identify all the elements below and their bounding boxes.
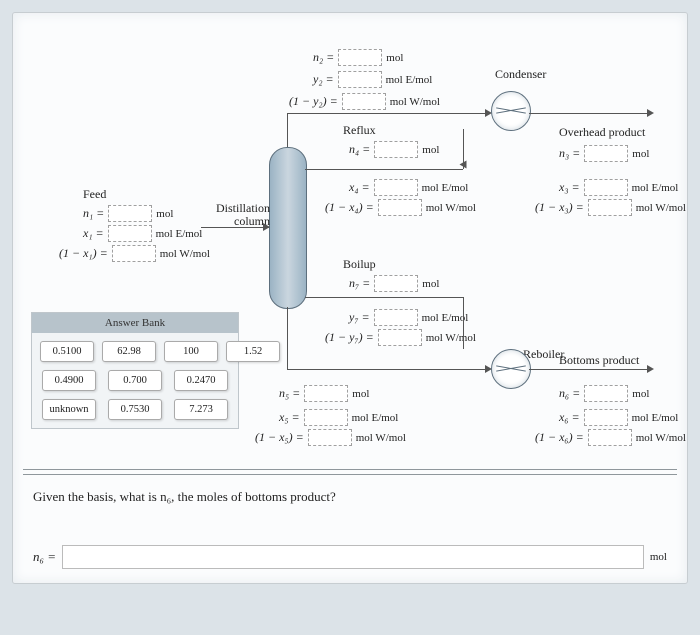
input-1my7[interactable] [378,329,422,346]
reflux-arrow-head [460,161,467,169]
answer-row: n₆ = mol [33,545,667,569]
feed-title: Feed [83,187,106,202]
overhead-line [529,113,649,114]
boilup-1my7: (1 − y₇) =mol W/mol [325,329,476,346]
input-x1[interactable] [108,225,152,242]
out-1mx5: (1 − x₅) =mol W/mol [255,429,406,446]
vapour-line-h [287,113,487,114]
top-y2: y₂ =mol E/mol [313,71,432,88]
overhead-arrow-head [647,109,654,117]
bank-item[interactable]: 1.52 [226,341,280,362]
bank-item[interactable]: unknown [42,399,96,420]
condenser-icon [491,91,531,131]
input-n6[interactable] [584,385,628,402]
bottom-line-h [287,369,487,370]
answer-unit: mol [650,551,667,563]
bank-item[interactable]: 100 [164,341,218,362]
bottom-line-v [287,307,288,369]
boilup-title: Boilup [343,257,376,272]
input-x6[interactable] [584,409,628,426]
boilup-line-v [463,297,464,349]
reflux-x4: x₄ =mol E/mol [349,179,468,196]
bank-item[interactable]: 7.273 [174,399,228,420]
answer-bank-title: Answer Bank [32,313,238,333]
bank-item[interactable]: 0.4900 [42,370,96,391]
bottoms-arrow-head [647,365,654,373]
divider [23,469,677,475]
feed-arrow-line [201,227,269,228]
process-diagram: Distillation column Feed n₁ =mol x₁ =mol… [23,27,677,457]
feed-arrow-head [263,223,270,231]
reflux-title: Reflux [343,123,376,138]
overhead-x3: x₃ =mol E/mol [559,179,678,196]
overhead-title: Overhead product [559,125,645,140]
input-n5[interactable] [304,385,348,402]
answer-bank: Answer Bank 0.5100 62.98 100 1.52 0.4900… [31,312,239,429]
input-1mx4[interactable] [378,199,422,216]
bank-item[interactable]: 0.700 [108,370,162,391]
bottoms-title: Bottoms product [559,353,639,368]
input-y7[interactable] [374,309,418,326]
distillation-column [269,147,307,309]
input-1mx6[interactable] [588,429,632,446]
vapour-line-v [287,113,288,147]
condenser-label: Condenser [495,67,546,82]
reflux-1mx4: (1 − x₄) =mol W/mol [325,199,476,216]
reboiler-icon [491,349,531,389]
input-x4[interactable] [374,179,418,196]
worksheet: Distillation column Feed n₁ =mol x₁ =mol… [12,12,688,584]
top-n2: n₂ =mol [313,49,403,66]
answer-input[interactable] [62,545,644,569]
bank-item[interactable]: 62.98 [102,341,156,362]
input-n7[interactable] [374,275,418,292]
reflux-line-h [305,169,463,170]
bottoms-x6: x₆ =mol E/mol [559,409,678,426]
bank-item[interactable]: 0.5100 [40,341,94,362]
boilup-n7: n₇ =mol [349,275,439,292]
overhead-1mx3: (1 − x₃) =mol W/mol [535,199,686,216]
boilup-y7: y₇ =mol E/mol [349,309,468,326]
bottoms-1mx6: (1 − x₆) =mol W/mol [535,429,686,446]
input-n1[interactable] [108,205,152,222]
bottoms-line [529,369,649,370]
bank-item[interactable]: 0.7530 [108,399,162,420]
overhead-n3: n₃ =mol [559,145,649,162]
bottoms-n6: n₆ =mol [559,385,649,402]
input-n4[interactable] [374,141,418,158]
top-1my2: (1 − y₂) =mol W/mol [289,93,440,110]
feed-x1: x₁ =mol E/mol [83,225,202,242]
reflux-n4: n₄ =mol [349,141,439,158]
out-n5: n₅ =mol [279,385,369,402]
input-n2[interactable] [338,49,382,66]
answer-var: n₆ = [33,549,56,565]
boilup-line-h [305,297,463,298]
input-x3[interactable] [584,179,628,196]
column-label: Distillation column [216,202,270,228]
input-1mx5[interactable] [308,429,352,446]
out-x5: x₅ =mol E/mol [279,409,398,426]
question-text: Given the basis, what is n₆, the moles o… [33,489,667,505]
feed-n1: n₁ =mol [83,205,173,222]
input-n3[interactable] [584,145,628,162]
input-1mx1[interactable] [112,245,156,262]
bank-item[interactable]: 0.2470 [174,370,228,391]
feed-1mx1: (1 − x₁) =mol W/mol [59,245,210,262]
input-y2[interactable] [338,71,382,88]
input-1mx3[interactable] [588,199,632,216]
input-x5[interactable] [304,409,348,426]
input-1my2[interactable] [342,93,386,110]
